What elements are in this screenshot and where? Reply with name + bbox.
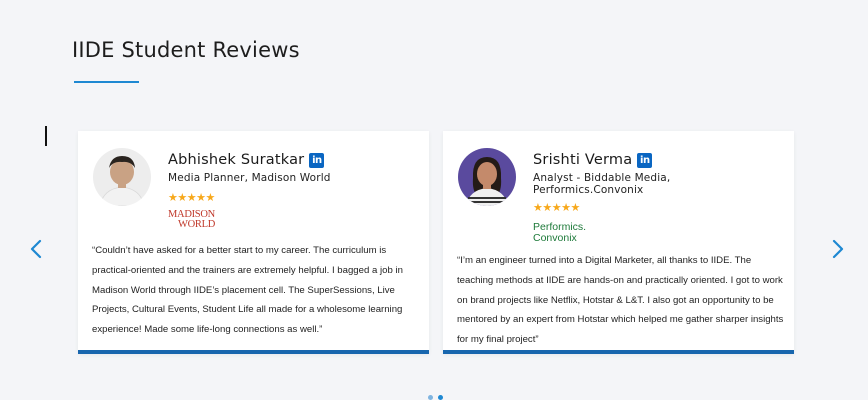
star-rating: ★★★★★ [168, 192, 215, 204]
carousel-next-button[interactable] [829, 236, 847, 262]
reviewer-name-row: Srishti Verma in [533, 152, 653, 168]
star-rating: ★★★★★ [533, 202, 580, 214]
pagination-dot[interactable] [428, 395, 433, 400]
carousel-pagination [428, 395, 443, 400]
reviewer-name: Abhishek Suratkar [168, 152, 305, 168]
company-logo-line2: WORLD [178, 219, 215, 230]
reviewer-name-row: Abhishek Suratkar in [168, 152, 325, 168]
review-quote: “Couldn’t have asked for a better start … [92, 245, 403, 336]
chevron-left-icon [30, 239, 42, 259]
pagination-dot-active[interactable] [438, 395, 443, 400]
linkedin-icon[interactable]: in [309, 152, 325, 168]
reviewer-role: Media Planner, Madison World [168, 172, 331, 184]
section-title: IIDE Student Reviews [72, 38, 300, 62]
avatar [93, 148, 151, 206]
company-logo: Performics. Convonix [533, 222, 586, 243]
reviewer-role: Analyst - Biddable Media, Performics.Con… [533, 172, 671, 196]
title-underline [74, 81, 139, 83]
linkedin-icon[interactable]: in [637, 152, 653, 168]
review-card: Srishti Verma in Analyst - Biddable Medi… [443, 131, 794, 354]
chevron-right-icon [832, 239, 844, 259]
reviewer-name: Srishti Verma [533, 152, 633, 168]
company-logo-line1: Performics. [533, 221, 587, 233]
review-card: Abhishek Suratkar in Media Planner, Madi… [78, 131, 429, 354]
company-logo: MADISON WORLD [168, 209, 215, 230]
review-quote: “I’m an engineer turned into a Digital M… [457, 255, 784, 346]
carousel-prev-button[interactable] [27, 236, 45, 262]
company-logo-line2: Convonix [533, 231, 577, 244]
avatar [458, 148, 516, 206]
text-cursor [45, 126, 47, 146]
